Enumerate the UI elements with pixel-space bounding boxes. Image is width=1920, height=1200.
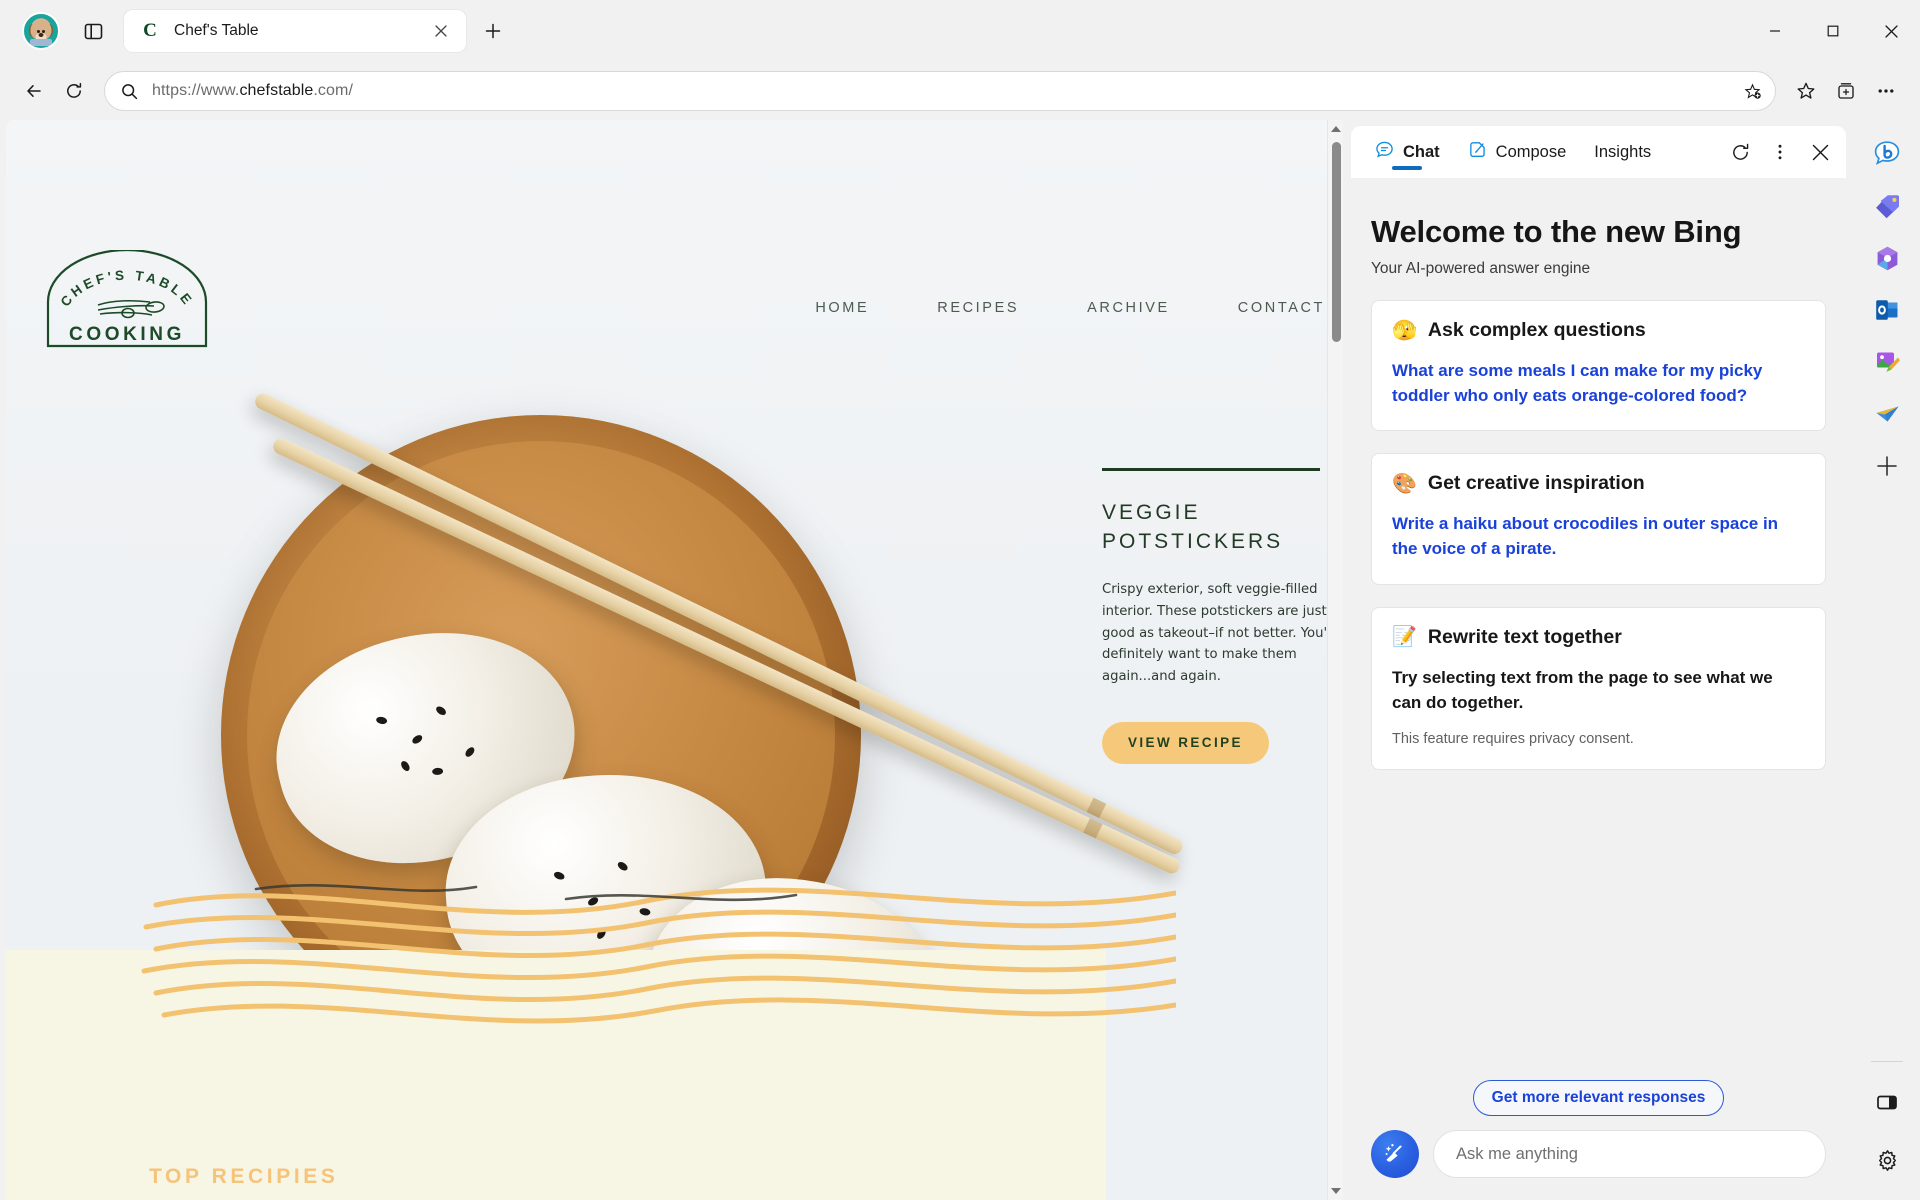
avatar-collar	[30, 39, 52, 46]
favorites-icon[interactable]	[1786, 71, 1826, 111]
browser-window: C Chef's Table https://www.chefstable.co…	[0, 0, 1920, 1200]
decorative-wave	[141, 884, 1176, 1024]
rail-divider	[1871, 1061, 1903, 1062]
url-prefix: https://www.	[152, 82, 240, 99]
bing-input-row: Ask me anything	[1371, 1130, 1826, 1178]
get-more-row: Get more relevant responses	[1371, 1080, 1826, 1116]
suggestion-card: 🎨 Get creative inspiration Write a haiku…	[1371, 453, 1826, 585]
add-sidebar-icon[interactable]	[1865, 442, 1909, 490]
avatar-nose	[38, 32, 44, 37]
recipe-title-line-2: POTSTICKERS	[1102, 529, 1284, 553]
content-area: CHEF'S TABLE COOKING HOME RECIPES ARCHIV…	[0, 120, 1920, 1200]
rail-bottom-actions	[1854, 1061, 1920, 1188]
scroll-down-arrow-icon[interactable]	[1328, 1182, 1343, 1200]
scrollbar-thumb[interactable]	[1332, 142, 1341, 342]
suggestion-link[interactable]: Write a haiku about crocodiles in outer …	[1392, 511, 1805, 561]
refresh-icon[interactable]	[54, 71, 94, 111]
card-heading-row: 📝 Rewrite text together	[1392, 626, 1805, 649]
close-tab-icon[interactable]	[428, 18, 454, 44]
settings-gear-icon[interactable]	[1865, 1136, 1909, 1184]
new-tab-icon[interactable]	[476, 14, 510, 48]
sidebar-toggle-icon[interactable]	[1865, 1078, 1909, 1126]
tab-chat-label: Chat	[1403, 142, 1440, 161]
close-panel-icon[interactable]	[1802, 134, 1838, 170]
tab-compose[interactable]: Compose	[1454, 126, 1581, 178]
more-settings-icon[interactable]	[1866, 71, 1906, 111]
navigation-toolbar: https://www.chefstable.com/	[0, 62, 1920, 120]
artist-palette-emoji: 🎨	[1392, 472, 1417, 495]
shopping-tag-icon[interactable]	[1865, 182, 1909, 230]
bing-tab-bar: Chat Compose Insights	[1351, 126, 1846, 178]
card-body-text: Try selecting text from the page to see …	[1392, 667, 1773, 712]
card-note: This feature requires privacy consent.	[1392, 730, 1634, 747]
tab-title: Chef's Table	[174, 22, 259, 39]
avatar[interactable]	[22, 12, 60, 50]
recipe-divider	[1102, 468, 1320, 471]
ask-me-anything-input[interactable]: Ask me anything	[1433, 1130, 1826, 1178]
face-holding-back-tears-emoji: 🫣	[1392, 319, 1417, 342]
page-scrollbar[interactable]	[1327, 120, 1343, 1200]
more-options-icon[interactable]	[1762, 134, 1798, 170]
image-creator-icon[interactable]	[1865, 338, 1909, 386]
featured-recipe-panel: VEGGIE POTSTICKERS Crispy exterior, soft…	[1102, 468, 1343, 764]
back-icon[interactable]	[14, 71, 54, 111]
maximize-button[interactable]	[1804, 0, 1862, 62]
webpage-viewport[interactable]: CHEF'S TABLE COOKING HOME RECIPES ARCHIV…	[6, 120, 1343, 1200]
view-recipe-button[interactable]: VIEW RECIPE	[1102, 721, 1269, 764]
add-favorite-icon[interactable]	[1737, 76, 1767, 106]
tab-chat[interactable]: Chat	[1361, 126, 1454, 178]
bing-panel-footer: Get more relevant responses Ask me anyth…	[1343, 1080, 1854, 1200]
bing-header-actions	[1722, 134, 1838, 170]
card-heading: Ask complex questions	[1427, 319, 1646, 341]
refresh-panel-icon[interactable]	[1722, 134, 1758, 170]
site-favicon: C	[143, 20, 157, 41]
address-bar[interactable]: https://www.chefstable.com/	[104, 71, 1776, 111]
url-suffix: .com/	[313, 82, 354, 99]
tab-strip: C Chef's Table	[0, 0, 1920, 62]
suggestion-card: 📝 Rewrite text together Try selecting te…	[1371, 606, 1826, 770]
tab-insights[interactable]: Insights	[1580, 126, 1665, 178]
page-subtitle: Your AI-powered answer engine	[1371, 260, 1591, 277]
card-heading: Get creative inspiration	[1427, 472, 1645, 495]
address-bar-url[interactable]: https://www.chefstable.com/	[152, 82, 1737, 100]
compose-pencil-icon	[1468, 140, 1487, 164]
window-controls	[1746, 0, 1920, 62]
top-recipes-heading: TOP RECIPIES	[149, 1165, 339, 1188]
bing-panel-body: Welcome to the new Bing Your AI-powered …	[1343, 178, 1854, 1080]
url-domain: chefstable	[239, 82, 314, 99]
recipe-description: Crispy exterior, soft veggie-filled inte…	[1102, 581, 1343, 685]
minimize-button[interactable]	[1746, 0, 1804, 62]
outlook-icon[interactable]	[1865, 286, 1909, 334]
get-more-relevant-responses-button[interactable]: Get more relevant responses	[1472, 1080, 1725, 1116]
card-heading-row: 🎨 Get creative inspiration	[1392, 472, 1805, 495]
close-window-button[interactable]	[1862, 0, 1920, 62]
collections-icon[interactable]	[1826, 71, 1866, 111]
page-title: Welcome to the new Bing	[1371, 214, 1742, 249]
recipe-title-line-1: VEGGIE	[1102, 501, 1201, 524]
new-topic-broom-icon[interactable]	[1371, 1130, 1419, 1178]
card-heading: Rewrite text together	[1427, 625, 1622, 648]
suggestion-card: 🫣 Ask complex questions What are some me…	[1371, 300, 1826, 432]
tab-insights-label: Insights	[1594, 142, 1652, 161]
bing-sidebar-panel: Chat Compose Insights Welcome to the new…	[1343, 120, 1854, 1200]
browser-tab[interactable]: C Chef's Table	[124, 10, 466, 52]
recipe-title: VEGGIE POTSTICKERS	[1102, 499, 1332, 557]
chat-bubble-icon	[1375, 140, 1394, 164]
search-icon	[121, 83, 138, 100]
card-heading-row: 🫣 Ask complex questions	[1392, 319, 1805, 342]
bing-chat-icon[interactable]	[1865, 130, 1909, 178]
memo-emoji: 📝	[1392, 626, 1417, 649]
tab-compose-label: Compose	[1495, 142, 1567, 161]
scroll-up-arrow-icon[interactable]	[1328, 120, 1343, 138]
site-nav-item-contact[interactable]: CONTACT	[1238, 300, 1325, 316]
games-icon[interactable]	[1865, 390, 1909, 438]
edge-sidebar-rail	[1854, 120, 1920, 1200]
microsoft-365-icon[interactable]	[1865, 234, 1909, 282]
suggestion-link[interactable]: What are some meals I can make for my pi…	[1392, 358, 1805, 408]
split-screen-icon[interactable]	[76, 14, 110, 48]
